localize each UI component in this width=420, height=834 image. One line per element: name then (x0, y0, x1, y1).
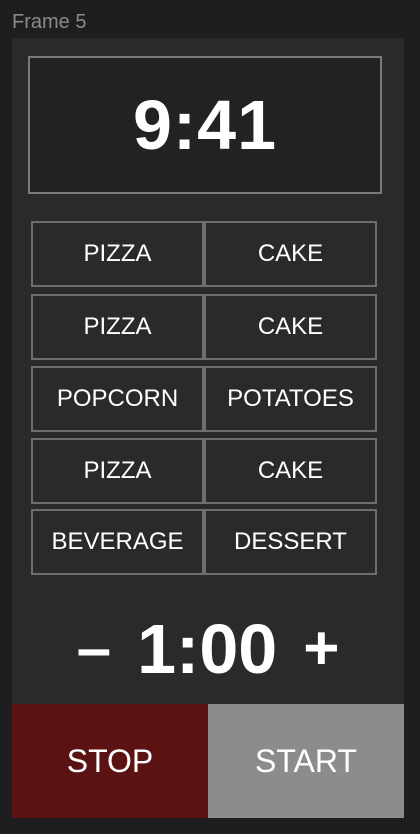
action-buttons: STOP START (12, 704, 404, 818)
preset-row: PIZZA CAKE (31, 221, 377, 287)
preset-cake-button[interactable]: CAKE (204, 438, 377, 504)
microwave-panel: 9:41 PIZZA CAKE PIZZA CAKE POPCORN POTAT… (12, 38, 404, 818)
preset-pizza-button[interactable]: PIZZA (31, 294, 204, 360)
increase-time-button[interactable]: + (303, 610, 339, 688)
preset-cake-button[interactable]: CAKE (204, 221, 377, 287)
timer-value: 1:00 (137, 610, 278, 688)
preset-row: PIZZA CAKE (31, 294, 377, 360)
preset-pizza-button[interactable]: PIZZA (31, 221, 204, 287)
preset-beverage-button[interactable]: BEVERAGE (31, 509, 204, 575)
start-button[interactable]: START (208, 704, 404, 818)
preset-row: BEVERAGE DESSERT (31, 509, 377, 575)
preset-popcorn-button[interactable]: POPCORN (31, 366, 204, 432)
preset-potatoes-button[interactable]: POTATOES (204, 366, 377, 432)
decrease-time-button[interactable]: – (77, 610, 111, 688)
clock-display: 9:41 (28, 56, 382, 194)
timer-control: – 1:00 + (12, 610, 404, 688)
preset-dessert-button[interactable]: DESSERT (204, 509, 377, 575)
clock-time: 9:41 (132, 86, 278, 164)
preset-row: PIZZA CAKE (31, 438, 377, 504)
preset-cake-button[interactable]: CAKE (204, 294, 377, 360)
frame-label: Frame 5 (12, 11, 87, 33)
stop-button[interactable]: STOP (12, 704, 208, 818)
preset-row: POPCORN POTATOES (31, 366, 377, 432)
preset-pizza-button[interactable]: PIZZA (31, 438, 204, 504)
